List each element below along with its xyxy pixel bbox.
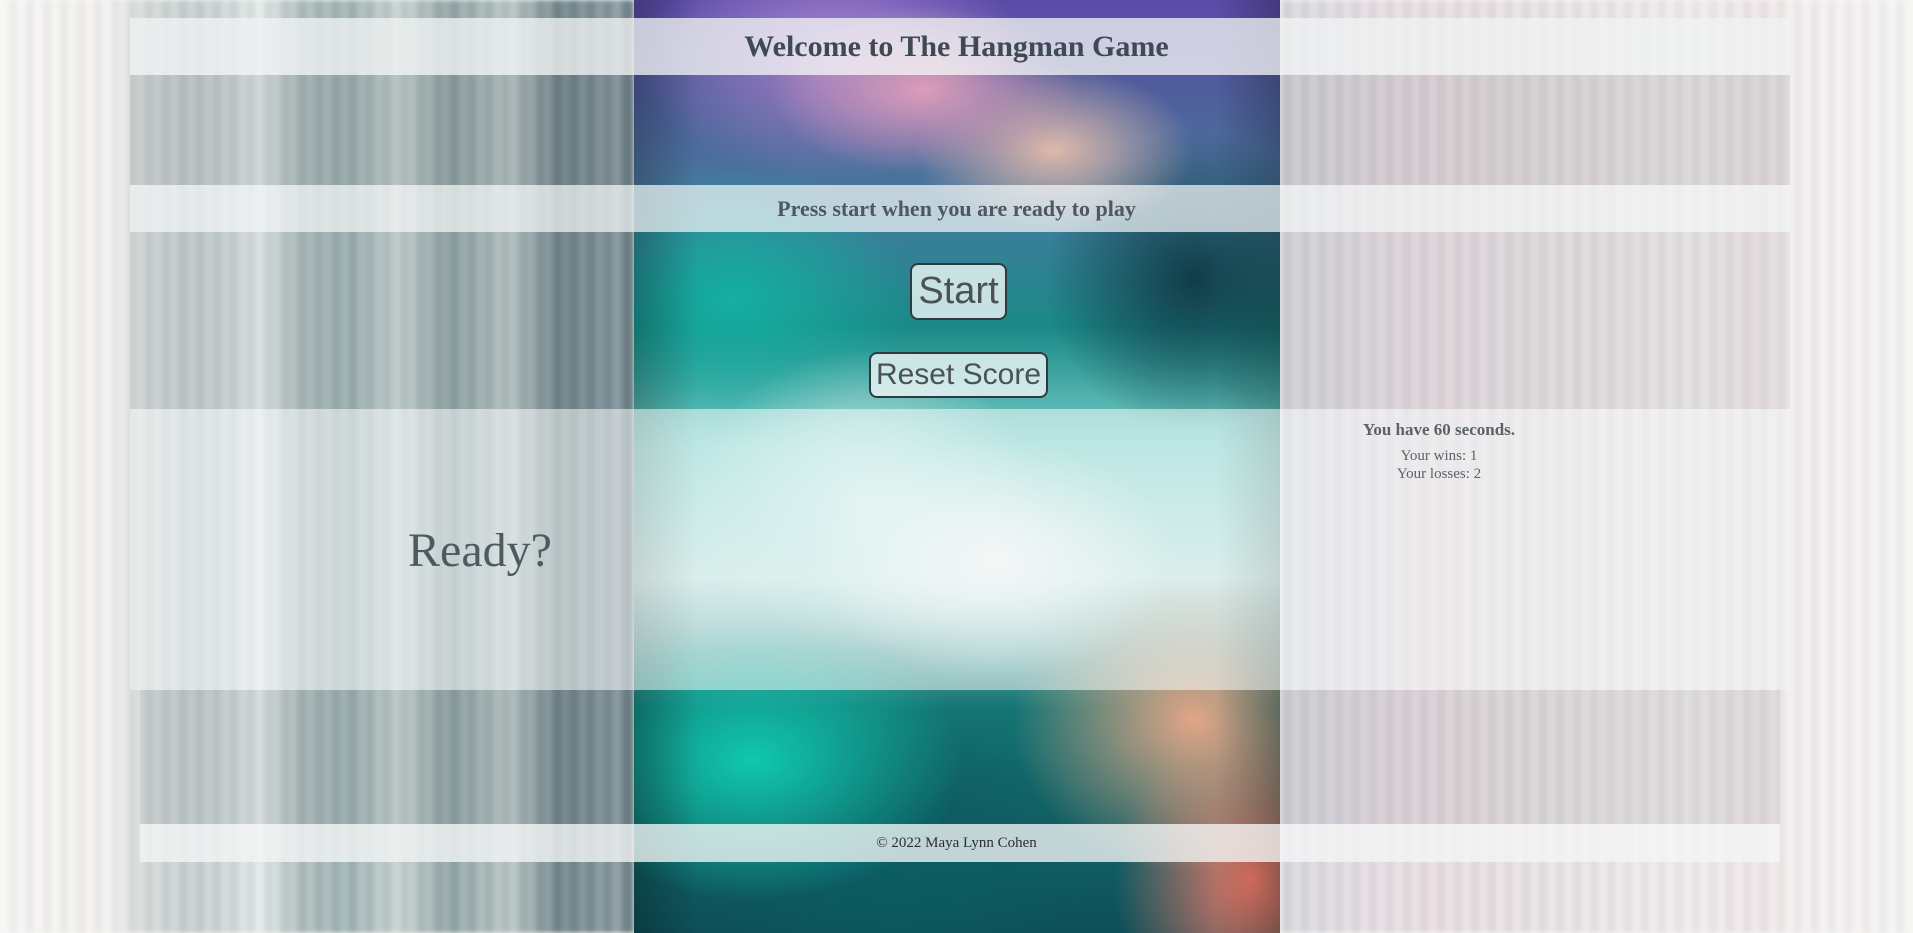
score-panel: You have 60 seconds. Your wins: 1 Your l… (1280, 418, 1598, 483)
instructions-text: Press start when you are ready to play (777, 195, 1136, 221)
game-word-display: Ready? (408, 523, 552, 577)
reset-score-button[interactable]: Reset Score (869, 352, 1048, 398)
background-artwork (0, 0, 1913, 933)
start-button[interactable]: Start (910, 263, 1007, 320)
losses-count: Your losses: 2 (1396, 466, 1482, 482)
footer-copyright: © 2022 Maya Lynn Cohen (876, 834, 1037, 851)
lower-spacer-band (140, 690, 1780, 824)
timer-text: You have 60 seconds. (1362, 420, 1516, 439)
wins-count: Your wins: 1 (1400, 448, 1478, 464)
page-title: Welcome to The Hangman Game (744, 29, 1169, 63)
header-spacer-band (130, 75, 1790, 185)
